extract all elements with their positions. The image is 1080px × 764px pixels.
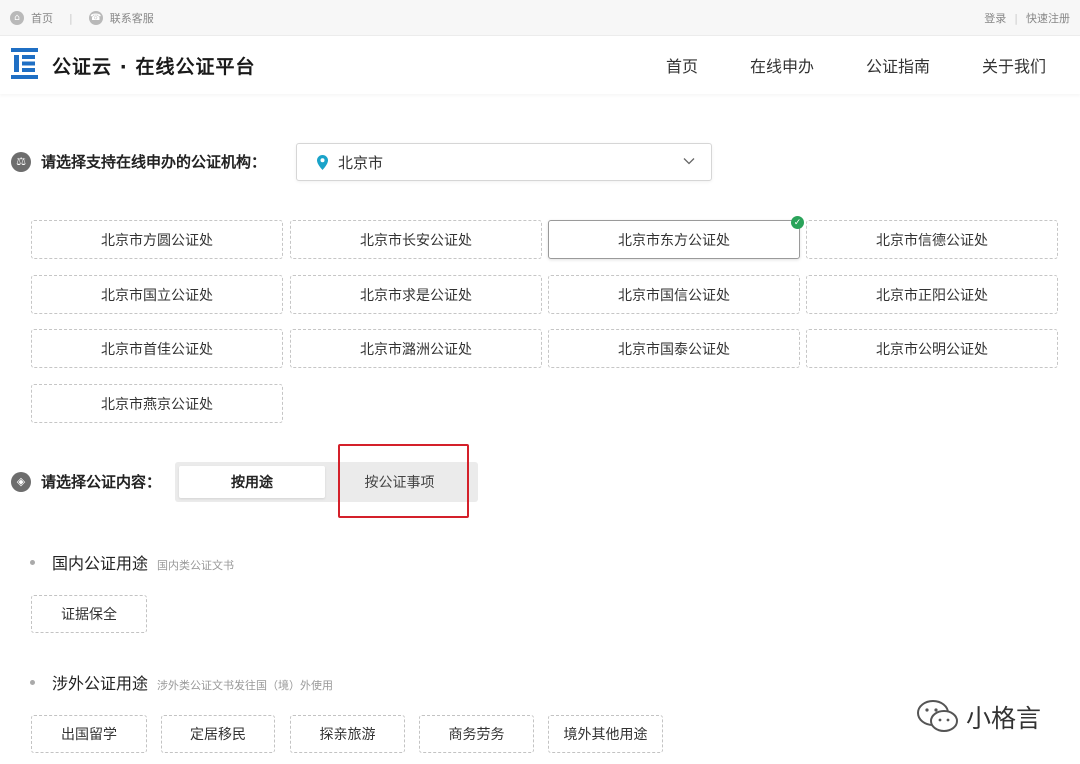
domestic-subtitle: 国内类公证文书 bbox=[157, 559, 235, 572]
office-option[interactable]: 北京市长安公证处 bbox=[290, 220, 542, 259]
purpose-chip[interactable]: 定居移民 bbox=[161, 715, 275, 753]
headset-icon: ☎ bbox=[88, 11, 103, 25]
bullet-dot bbox=[30, 560, 35, 565]
office-option-label: 北京市信德公证处 bbox=[876, 232, 988, 249]
purpose-chip-label: 证据保全 bbox=[61, 607, 117, 623]
bullet-dot bbox=[30, 680, 35, 685]
office-option[interactable]: 北京市信德公证处 bbox=[806, 220, 1058, 259]
office-option[interactable]: 北京市国信公证处 bbox=[548, 275, 800, 314]
purpose-chip-label: 商务劳务 bbox=[448, 727, 505, 743]
office-option-label: 北京市燕京公证处 bbox=[101, 396, 213, 413]
domestic-section-header: 国内公证用途 国内类公证文书 bbox=[30, 550, 234, 574]
office-option-label: 北京市潞洲公证处 bbox=[360, 341, 472, 358]
office-option[interactable]: 北京市公明公证处 bbox=[806, 329, 1058, 368]
content-label-row: ◈ 请选择公证内容： bbox=[11, 471, 161, 492]
office-option-label: 北京市方圆公证处 bbox=[101, 232, 213, 249]
office-option[interactable]: 北京市国泰公证处 bbox=[548, 329, 800, 368]
office-option-label: 北京市国信公证处 bbox=[618, 287, 730, 304]
office-option-label: 北京市东方公证处 bbox=[618, 232, 730, 249]
content-label: 请选择公证内容： bbox=[41, 473, 162, 491]
purpose-chip-label: 境外其他用途 bbox=[563, 727, 648, 743]
foreign-section-header: 涉外公证用途 涉外类公证文书发往国（境）外使用 bbox=[30, 670, 333, 694]
main-header: 公证云 · 在线公证平台 首页 在线申办 公证指南 关于我们 bbox=[0, 36, 1080, 94]
office-option[interactable]: 北京市求是公证处 bbox=[290, 275, 542, 314]
nav-about[interactable]: 关于我们 bbox=[982, 53, 1046, 77]
top-utility-bar: ⌂ 首页 | ☎ 联系客服 登录 | 快速注册 bbox=[0, 0, 1080, 36]
divider: | bbox=[1014, 11, 1018, 25]
purpose-chip[interactable]: 境外其他用途 bbox=[548, 715, 663, 753]
purpose-chip[interactable]: 商务劳务 bbox=[419, 715, 534, 753]
city-select[interactable]: 北京市 bbox=[296, 143, 712, 181]
office-option-label: 北京市正阳公证处 bbox=[876, 287, 988, 304]
nav-home[interactable]: 首页 bbox=[666, 53, 698, 77]
foreign-title: 涉外公证用途 bbox=[52, 674, 149, 693]
purpose-chip[interactable]: 出国留学 bbox=[31, 715, 147, 753]
main-nav: 首页 在线申办 公证指南 关于我们 bbox=[666, 36, 1046, 94]
office-option-label: 北京市国泰公证处 bbox=[618, 341, 730, 358]
institution-label: 请选择支持在线申办的公证机构： bbox=[41, 153, 267, 171]
office-option-label: 北京市长安公证处 bbox=[360, 232, 472, 249]
office-option-label: 北京市求是公证处 bbox=[360, 287, 472, 304]
layers-icon: ◈ bbox=[11, 471, 31, 492]
nav-guide[interactable]: 公证指南 bbox=[866, 53, 930, 77]
office-option[interactable]: 北京市潞洲公证处 bbox=[290, 329, 542, 368]
purpose-chip[interactable]: 证据保全 bbox=[31, 595, 147, 633]
office-option[interactable]: 北京市国立公证处 bbox=[31, 275, 283, 314]
purpose-chip-label: 探亲旅游 bbox=[319, 727, 376, 743]
location-pin-icon bbox=[317, 154, 328, 170]
nav-apply-online[interactable]: 在线申办 bbox=[750, 53, 814, 77]
chevron-down-icon bbox=[683, 158, 695, 165]
topbar-home-link[interactable]: 首页 bbox=[31, 10, 53, 26]
domestic-title: 国内公证用途 bbox=[52, 554, 149, 573]
divider: | bbox=[69, 11, 73, 25]
tab-by-use[interactable]: 按用途 bbox=[179, 466, 325, 498]
logo-icon[interactable] bbox=[11, 48, 38, 79]
brand-title[interactable]: 公证云 · 在线公证平台 bbox=[52, 52, 255, 79]
register-link[interactable]: 快速注册 bbox=[1026, 10, 1070, 26]
office-option-label: 北京市首佳公证处 bbox=[101, 341, 213, 358]
purpose-chip-label: 出国留学 bbox=[61, 727, 117, 743]
office-option[interactable]: 北京市方圆公证处 bbox=[31, 220, 283, 259]
office-option[interactable]: 北京市首佳公证处 bbox=[31, 329, 283, 368]
office-option-label: 北京市公明公证处 bbox=[876, 341, 988, 358]
purpose-chip[interactable]: 探亲旅游 bbox=[290, 715, 405, 753]
highlight-annotation-box bbox=[338, 444, 469, 518]
home-icon: ⌂ bbox=[10, 11, 24, 25]
check-icon: ✓ bbox=[791, 216, 804, 229]
institution-label-row: ⚖ 请选择支持在线申办的公证机构： bbox=[11, 151, 266, 172]
office-option[interactable]: 北京市燕京公证处 bbox=[31, 384, 283, 423]
topbar-service-link[interactable]: 联系客服 bbox=[110, 10, 154, 26]
wechat-icon bbox=[917, 700, 958, 732]
office-option-label: 北京市国立公证处 bbox=[101, 287, 213, 304]
office-option[interactable]: 北京市正阳公证处 bbox=[806, 275, 1058, 314]
purpose-chip-label: 定居移民 bbox=[190, 727, 246, 743]
login-link[interactable]: 登录 bbox=[984, 10, 1006, 26]
watermark-text: 小格言 bbox=[966, 704, 1042, 733]
foreign-subtitle: 涉外类公证文书发往国（境）外使用 bbox=[157, 679, 334, 692]
office-option-selected[interactable]: 北京市东方公证处 ✓ bbox=[548, 216, 804, 259]
scale-icon: ⚖ bbox=[11, 151, 31, 172]
city-select-value: 北京市 bbox=[338, 153, 384, 172]
watermark: 小格言 bbox=[916, 698, 1041, 736]
